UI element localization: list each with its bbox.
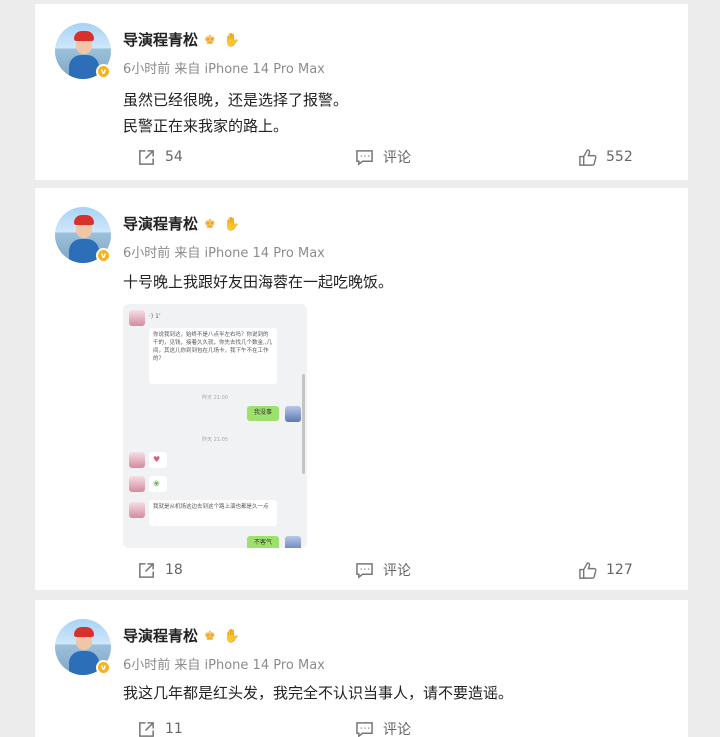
like-count: 552 <box>606 149 633 165</box>
share-icon <box>139 562 154 578</box>
share-count: 11 <box>165 721 183 737</box>
verified-badge-icon: v <box>96 64 111 79</box>
chat-scrollbar <box>302 374 305 474</box>
comment-button[interactable]: 评论 <box>355 146 411 168</box>
username[interactable]: 导演程青松 ♚ ✋ <box>123 29 240 50</box>
like-button[interactable]: 552 <box>578 146 633 168</box>
share-button[interactable]: 18 <box>137 559 183 581</box>
post-text-line: 民警正在来我家的路上。 <box>123 117 289 135</box>
share-count: 54 <box>165 149 183 165</box>
hand-icon: ✋ <box>223 629 240 644</box>
username[interactable]: 导演程青松 ♚ ✋ <box>123 213 240 234</box>
chat-bubble: 你说我到达，始终不是八点半左右吗？你说到的千的，见钱，接着久久就，你先去找几个数… <box>149 328 277 384</box>
post-card: v 导演程青松 ♚ ✋ 6小时前 来自 iPhone 14 Pro Max 我这几年… <box>35 600 688 737</box>
crown-icon: ♚ <box>204 217 216 232</box>
verified-badge-icon: v <box>96 248 111 263</box>
share-icon <box>139 149 154 165</box>
comment-label: 评论 <box>383 150 411 166</box>
comment-icon <box>356 149 373 166</box>
chat-avatar <box>129 310 145 326</box>
share-button[interactable]: 54 <box>137 146 183 168</box>
hand-icon: ✋ <box>223 217 240 232</box>
chat-avatar-mine <box>285 406 301 422</box>
comment-icon <box>356 721 373 737</box>
chat-avatar-mine <box>285 536 301 548</box>
chat-bubble: 我就是从机场这边去到这个路上演也都是久一点 <box>149 500 277 526</box>
post-meta: 6小时前 来自 iPhone 14 Pro Max <box>123 246 325 261</box>
action-bar: 11 评论 <box>35 718 688 737</box>
post-meta: 6小时前 来自 iPhone 14 Pro Max <box>123 62 325 77</box>
like-icon <box>579 148 597 166</box>
share-count: 18 <box>165 562 183 578</box>
post-card: v 导演程青松 ♚ ✋ 6小时前 来自 iPhone 14 Pro Max 虽然已经… <box>35 4 688 180</box>
comment-label: 评论 <box>383 722 411 737</box>
chat-avatar <box>129 502 145 518</box>
comment-label: 评论 <box>383 563 411 579</box>
chat-timestamp: 昨天 21:00 <box>202 395 228 401</box>
username[interactable]: 导演程青松 ♚ ✋ <box>123 625 240 646</box>
like-icon <box>579 561 597 579</box>
like-count: 127 <box>606 562 633 578</box>
voice-label: ·) 1' <box>149 313 161 320</box>
chat-bubble-mine: 不客气 <box>247 536 279 548</box>
username-text[interactable]: 导演程青松 <box>123 215 198 233</box>
chat-screenshot-image[interactable]: ·) 1' 你说我到达，始终不是八点半左右吗？你说到的千的，见钱，接着久久就，你… <box>123 304 307 548</box>
username-text[interactable]: 导演程青松 <box>123 627 198 645</box>
share-button[interactable]: 11 <box>137 718 183 737</box>
verified-badge-icon: v <box>96 660 111 675</box>
heart-sticker-icon: ♥ <box>149 452 167 468</box>
hand-icon: ✋ <box>223 33 240 48</box>
comment-button[interactable]: 评论 <box>355 718 411 737</box>
cake-sticker-icon: ❀ <box>149 476 167 492</box>
username-text[interactable]: 导演程青松 <box>123 31 198 49</box>
post-meta: 6小时前 来自 iPhone 14 Pro Max <box>123 658 325 673</box>
action-bar: 54 评论 552 <box>35 146 688 168</box>
comment-button[interactable]: 评论 <box>355 559 411 581</box>
like-button[interactable]: 127 <box>578 559 633 581</box>
post-text-line: 虽然已经很晚，还是选择了报警。 <box>123 91 349 109</box>
chat-avatar <box>129 476 145 492</box>
chat-bubble-mine: 我没事 <box>247 406 279 421</box>
post-text-line: 我这几年都是红头发，我完全不认识当事人，请不要造谣。 <box>123 684 514 702</box>
share-icon <box>139 721 154 737</box>
chat-timestamp: 昨天 21:05 <box>202 437 228 443</box>
crown-icon: ♚ <box>204 33 216 48</box>
chat-avatar <box>129 452 145 468</box>
comment-icon <box>356 562 373 579</box>
crown-icon: ♚ <box>204 629 216 644</box>
action-bar: 18 评论 127 <box>35 559 688 581</box>
post-card: v 导演程青松 ♚ ✋ 6小时前 来自 iPhone 14 Pro Max 十号晚上… <box>35 188 688 590</box>
post-text-line: 十号晚上我跟好友田海蓉在一起吃晚饭。 <box>123 273 394 291</box>
